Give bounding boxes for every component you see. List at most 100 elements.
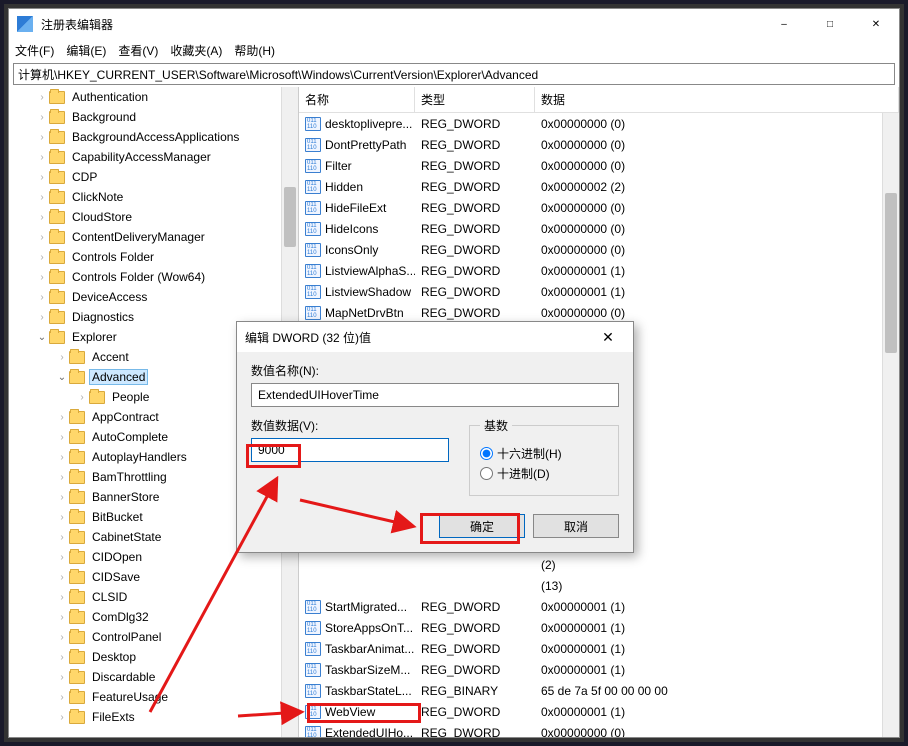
tree-item[interactable]: ›Background xyxy=(9,107,298,127)
data-label: 数值数据(V): xyxy=(251,417,449,434)
list-row[interactable]: (2) xyxy=(299,554,899,575)
radio-hex[interactable]: 十六进制(H) xyxy=(480,445,608,462)
chevron-right-icon[interactable]: › xyxy=(55,712,69,723)
chevron-right-icon[interactable]: › xyxy=(55,632,69,643)
chevron-right-icon[interactable]: › xyxy=(35,252,49,263)
chevron-down-icon[interactable]: ⌄ xyxy=(55,372,69,383)
chevron-right-icon[interactable]: › xyxy=(35,112,49,123)
tree-item[interactable]: ›BackgroundAccessApplications xyxy=(9,127,298,147)
menu-view[interactable]: 查看(V) xyxy=(118,42,158,59)
folder-icon xyxy=(69,691,85,704)
tree-item[interactable]: ›FeatureUsage xyxy=(9,687,298,707)
tree-item[interactable]: ›Desktop xyxy=(9,647,298,667)
reg-dword-icon xyxy=(305,159,321,173)
tree-item[interactable]: ›ClickNote xyxy=(9,187,298,207)
chevron-right-icon[interactable]: › xyxy=(55,612,69,623)
tree-item[interactable]: ›CLSID xyxy=(9,587,298,607)
list-row[interactable]: ListviewShadowREG_DWORD0x00000001 (1) xyxy=(299,281,899,302)
tree-item[interactable]: › ComDlg32 xyxy=(9,607,298,627)
list-row[interactable]: TaskbarAnimat...REG_DWORD0x00000001 (1) xyxy=(299,638,899,659)
tree-item[interactable]: ›CloudStore xyxy=(9,207,298,227)
chevron-down-icon[interactable]: ⌄ xyxy=(35,332,49,343)
chevron-right-icon[interactable]: › xyxy=(55,552,69,563)
tree-item[interactable]: ›Controls Folder xyxy=(9,247,298,267)
list-row[interactable]: TaskbarStateL...REG_BINARY65 de 7a 5f 00… xyxy=(299,680,899,701)
tree-item[interactable]: ›DeviceAccess xyxy=(9,287,298,307)
list-row[interactable]: TaskbarSizeM...REG_DWORD0x00000001 (1) xyxy=(299,659,899,680)
chevron-right-icon[interactable]: › xyxy=(35,212,49,223)
list-row[interactable]: DontPrettyPathREG_DWORD0x00000000 (0) xyxy=(299,134,899,155)
tree-item[interactable]: ›CDP xyxy=(9,167,298,187)
list-row[interactable]: HiddenREG_DWORD0x00000002 (2) xyxy=(299,176,899,197)
tree-item[interactable]: ›ContentDeliveryManager xyxy=(9,227,298,247)
radio-dec[interactable]: 十进制(D) xyxy=(480,465,608,482)
list-row[interactable]: WebViewREG_DWORD0x00000001 (1) xyxy=(299,701,899,722)
menu-help[interactable]: 帮助(H) xyxy=(234,42,275,59)
chevron-right-icon[interactable]: › xyxy=(55,692,69,703)
tree-item[interactable]: ›CIDSave xyxy=(9,567,298,587)
chevron-right-icon[interactable]: › xyxy=(55,572,69,583)
tree-item[interactable]: › Controls Folder (Wow64) xyxy=(9,267,298,287)
minimize-button[interactable]: – xyxy=(761,9,807,39)
tree-label: Accent xyxy=(89,349,132,365)
chevron-right-icon[interactable]: › xyxy=(55,512,69,523)
folder-icon xyxy=(49,271,65,284)
chevron-right-icon[interactable]: › xyxy=(55,432,69,443)
name-field[interactable] xyxy=(251,383,619,407)
tree-item[interactable]: › Discardable xyxy=(9,667,298,687)
chevron-right-icon[interactable]: › xyxy=(55,412,69,423)
menu-favorites[interactable]: 收藏夹(A) xyxy=(170,42,222,59)
address-bar[interactable]: 计算机\HKEY_CURRENT_USER\Software\Microsoft… xyxy=(13,63,895,85)
chevron-right-icon[interactable]: › xyxy=(35,292,49,303)
chevron-right-icon[interactable]: › xyxy=(55,672,69,683)
chevron-right-icon[interactable]: › xyxy=(35,152,49,163)
menu-file[interactable]: 文件(F) xyxy=(15,42,54,59)
chevron-right-icon[interactable]: › xyxy=(35,92,49,103)
ok-button[interactable]: 确定 xyxy=(439,514,525,538)
folder-icon xyxy=(69,451,85,464)
dialog-close-button[interactable]: ✕ xyxy=(591,322,625,352)
list-row[interactable]: IconsOnlyREG_DWORD0x00000000 (0) xyxy=(299,239,899,260)
list-row[interactable]: StartMigrated...REG_DWORD0x00000001 (1) xyxy=(299,596,899,617)
list-row[interactable]: ListviewAlphaS...REG_DWORD0x00000001 (1) xyxy=(299,260,899,281)
chevron-right-icon[interactable]: › xyxy=(55,472,69,483)
menu-edit[interactable]: 编辑(E) xyxy=(66,42,106,59)
list-row[interactable]: desktoplivepre...REG_DWORD0x00000000 (0) xyxy=(299,113,899,134)
chevron-right-icon[interactable]: › xyxy=(35,272,49,283)
chevron-right-icon[interactable]: › xyxy=(55,452,69,463)
chevron-right-icon[interactable]: › xyxy=(35,232,49,243)
tree-label: Discardable xyxy=(89,669,158,685)
col-data[interactable]: 数据 xyxy=(535,87,899,112)
tree-item[interactable]: ›ControlPanel xyxy=(9,627,298,647)
list-row[interactable]: StoreAppsOnT...REG_DWORD0x00000001 (1) xyxy=(299,617,899,638)
tree-item[interactable]: ›CapabilityAccessManager xyxy=(9,147,298,167)
tree-item[interactable]: ›Authentication xyxy=(9,87,298,107)
list-row[interactable]: HideFileExtREG_DWORD0x00000000 (0) xyxy=(299,197,899,218)
chevron-right-icon[interactable]: › xyxy=(35,172,49,183)
chevron-right-icon[interactable]: › xyxy=(35,312,49,323)
chevron-right-icon[interactable]: › xyxy=(55,652,69,663)
close-button[interactable]: ✕ xyxy=(853,9,899,39)
list-row[interactable]: FilterREG_DWORD0x00000000 (0) xyxy=(299,155,899,176)
col-type[interactable]: 类型 xyxy=(415,87,535,112)
cancel-button[interactable]: 取消 xyxy=(533,514,619,538)
chevron-right-icon[interactable]: › xyxy=(55,352,69,363)
list-row[interactable]: MapNetDrvBtnREG_DWORD0x00000000 (0) xyxy=(299,302,899,323)
list-row[interactable]: (13) xyxy=(299,575,899,596)
chevron-right-icon[interactable]: › xyxy=(55,592,69,603)
maximize-button[interactable]: □ xyxy=(807,9,853,39)
list-row[interactable]: ExtendedUIHo...REG_DWORD0x00000000 (0) xyxy=(299,722,899,737)
tree-label: Controls Folder (Wow64) xyxy=(69,269,208,285)
chevron-right-icon[interactable]: › xyxy=(35,192,49,203)
tree-item[interactable]: ›FileExts xyxy=(9,707,298,727)
tree-label: ComDlg32 xyxy=(89,609,152,625)
chevron-right-icon[interactable]: › xyxy=(35,132,49,143)
chevron-right-icon[interactable]: › xyxy=(55,492,69,503)
list-row[interactable]: HideIconsREG_DWORD0x00000000 (0) xyxy=(299,218,899,239)
list-scrollbar[interactable] xyxy=(882,113,899,737)
data-field[interactable] xyxy=(251,438,449,462)
chevron-right-icon[interactable]: › xyxy=(55,532,69,543)
chevron-right-icon[interactable]: › xyxy=(75,392,89,403)
menubar: 文件(F) 编辑(E) 查看(V) 收藏夹(A) 帮助(H) xyxy=(9,39,899,61)
col-name[interactable]: 名称 xyxy=(299,87,415,112)
